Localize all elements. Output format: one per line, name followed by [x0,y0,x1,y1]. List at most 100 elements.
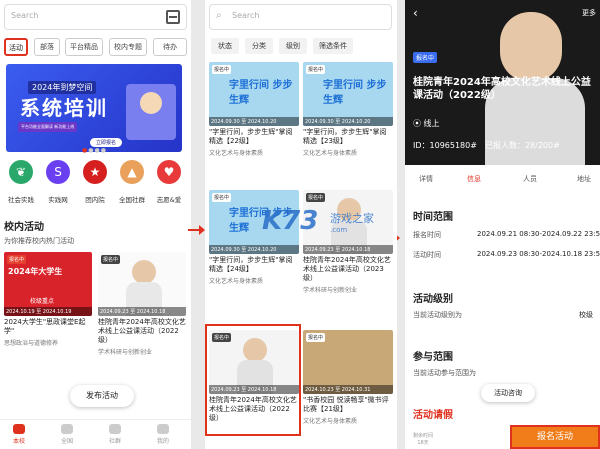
nav-national[interactable]: 全国 [48,424,86,445]
card-date: 2024.10.23 至 2024.10.31 [303,385,393,394]
people-icon: ▲ [120,160,144,184]
card-subtitle: 学术科研与创新创业 [303,287,358,294]
card-title: "字里行间，步步生辉"掌阅精选【24级】 [209,256,293,273]
card-title: "字里行间，步步生辉"掌阅精选【22级】 [209,128,293,145]
search-icon: ⌕ [216,10,222,21]
search-bar[interactable]: Search ⌕ [209,4,392,30]
card-image: 报名中 2024.10.23 至 2024.10.31 [303,330,393,394]
card-subtitle: 文化艺术与身体素质 [209,150,264,157]
nav-label: 我的 [156,438,169,445]
card-image: 报名中 字里行间 步步生辉 2024.09.30 至 2024.10.20 [303,62,393,126]
back-icon[interactable]: ‹ [413,6,418,20]
quick-item-social[interactable]: ❦ 社会实践 [2,160,40,204]
home-icon [13,424,25,434]
nav-community[interactable]: 社群 [96,424,134,445]
filter-conditions[interactable]: 筛选条件 [313,38,353,54]
tab-address[interactable]: 地址 [577,174,591,184]
group-icon [109,424,121,434]
tab-details[interactable]: 详情 [419,174,433,184]
tab-tribe[interactable]: 部落 [34,38,60,56]
bottom-bar: 剩余时间 18天 报名活动 [405,425,600,449]
activity-meta: ID：10965180# 已报人数：28/200# [413,140,560,151]
tab-campus[interactable]: 校内专题 [109,38,147,56]
tab-info[interactable]: 信息 [467,174,481,184]
card-tag: 报名中 [7,255,27,264]
filter-level[interactable]: 级别 [279,38,307,54]
time-heading: 时间范围 [413,212,453,223]
card-image-text: 字里行间 步步生辉 [323,80,387,106]
activity-card[interactable]: 报名中 字里行间 步步生辉 2024.09.30 至 2024.10.20 "字… [303,62,393,157]
tab-activity[interactable]: 活动 [4,38,28,56]
card-subtitle: 学术科研与创新创业 [98,349,153,356]
row-label: 活动时间 [413,251,441,259]
publish-activity-button[interactable]: 发布活动 [70,385,134,407]
row-label: 报名时间 [413,231,441,239]
card-title: 桂院青年2024年高校文化艺术线上公益课活动（2022级） [98,318,186,344]
card-image-sub: 校级重点 [30,298,55,305]
activity-card[interactable]: 报名中 字里行间 步步生辉 2024.09.30 至 2024.10.20 "字… [209,62,299,157]
activity-card[interactable]: 报名中 2024年大学生 校级重点 2024.10.19 至 2024.10.1… [4,252,92,347]
card-subtitle: 思想政治与道德修养 [4,340,59,347]
card-tag: 报名中 [101,255,121,264]
quick-item-community[interactable]: ▲ 全国社群 [113,160,151,204]
scope-heading: 参与范围 [413,352,453,363]
card-title: 桂院青年2024年高校文化艺术线上公益课活动（2023级） [303,256,391,282]
s-logo-icon: S [46,160,70,184]
leave-heading: 活动请假 [413,410,453,421]
quick-label: 社会实践 [8,196,34,204]
signup-button[interactable]: 报名活动 [510,425,600,449]
tab-people[interactable]: 人员 [523,174,537,184]
quick-item-league[interactable]: ★ 团内院 [76,160,114,204]
activity-id: ID：10965180# [413,141,477,150]
carousel-dots: ●●●● [82,147,107,154]
tab-todo[interactable]: 待办 [153,38,187,56]
quick-item-volunteer[interactable]: ♥ 志愿&爱 [150,160,188,204]
nav-label: 本校 [12,438,25,445]
tab-platform[interactable]: 平台精品 [65,38,103,56]
activity-card[interactable]: 报名中 2024.10.23 至 2024.10.31 "书香校园 悦读畅享"微… [303,330,393,425]
level-heading: 活动级别 [413,294,453,305]
scan-icon[interactable] [166,10,180,24]
banner-desc: 平台功能全面解读 新功能上线 [18,122,78,132]
detail-hero: ‹ 更多 报名中 桂院青年2024年高校文化艺术线上公益课活动（2022级） ⦿… [405,0,600,165]
activity-card[interactable]: 报名中 2024.09.23 至 2024.10.18 桂院青年2024年高校文… [98,252,186,356]
card-title: "字里行间，步步生辉"掌阅精选【23级】 [303,128,387,145]
nav-home[interactable]: 本校 [0,424,38,445]
card-image-text: 2024年大学生 [8,267,63,276]
nav-mine[interactable]: 我的 [144,424,182,445]
activity-card[interactable]: 报名中 字里行间 步步生辉 2024.09.30 至 2024.10.20 "字… [209,190,299,285]
person-photo [500,12,562,82]
activity-detail-screen: ‹ 更多 报名中 桂院青年2024年高校文化艺术线上公益课活动（2022级） ⦿… [405,0,600,449]
card-tag: 报名中 [306,333,326,342]
card-tag: 报名中 [306,65,326,74]
card-image: 报名中 2024.09.23 至 2024.10.18 [98,252,186,316]
card-image-text: 字里行间 步步生辉 [229,80,293,106]
card-date: 2024.09.23 至 2024.10.18 [98,307,186,316]
remain-value: 18天 [417,440,429,446]
scope-row: 当前活动参与范围为 [413,369,476,377]
remain-label: 剩余时间 [413,433,434,439]
card-date: 2024.09.30 至 2024.10.20 [209,245,299,254]
card-tag: 报名中 [212,65,232,74]
quick-item-practice[interactable]: S 实践网 [39,160,77,204]
watermark-logo: K73 [262,206,319,236]
banner-button[interactable]: 立即报名 [90,138,123,147]
detail-tabs: 详情 信息 人员 地址 [405,172,600,188]
promo-banner[interactable]: 2024年到梦空间 系统培训 平台功能全面解读 新功能上线 立即报名 [6,64,182,152]
quick-label: 志愿&爱 [156,196,182,204]
status-badge: 报名中 [413,52,438,63]
activity-title: 桂院青年2024年高校文化艺术线上公益课活动（2022级） [413,77,591,101]
consult-button[interactable]: 活动咨询 [481,384,535,402]
filter-status[interactable]: 状态 [211,38,239,54]
row-label: 当前活动级别为 [413,311,462,319]
section-subtitle: 为你推荐校内热门活动 [4,237,74,245]
banner-title: 系统培训 [20,96,108,120]
card-image: 报名中 2024年大学生 校级重点 2024.10.19 至 2024.10.1… [4,252,92,316]
more-button[interactable]: 更多 [582,8,596,18]
card-subtitle: 文化艺术与身体素质 [209,278,264,285]
filter-category[interactable]: 分类 [245,38,273,54]
user-icon [157,424,169,434]
person-photo [132,260,156,284]
search-bar[interactable]: Search [4,4,187,30]
card-date: 2024.09.30 至 2024.10.20 [303,117,393,126]
